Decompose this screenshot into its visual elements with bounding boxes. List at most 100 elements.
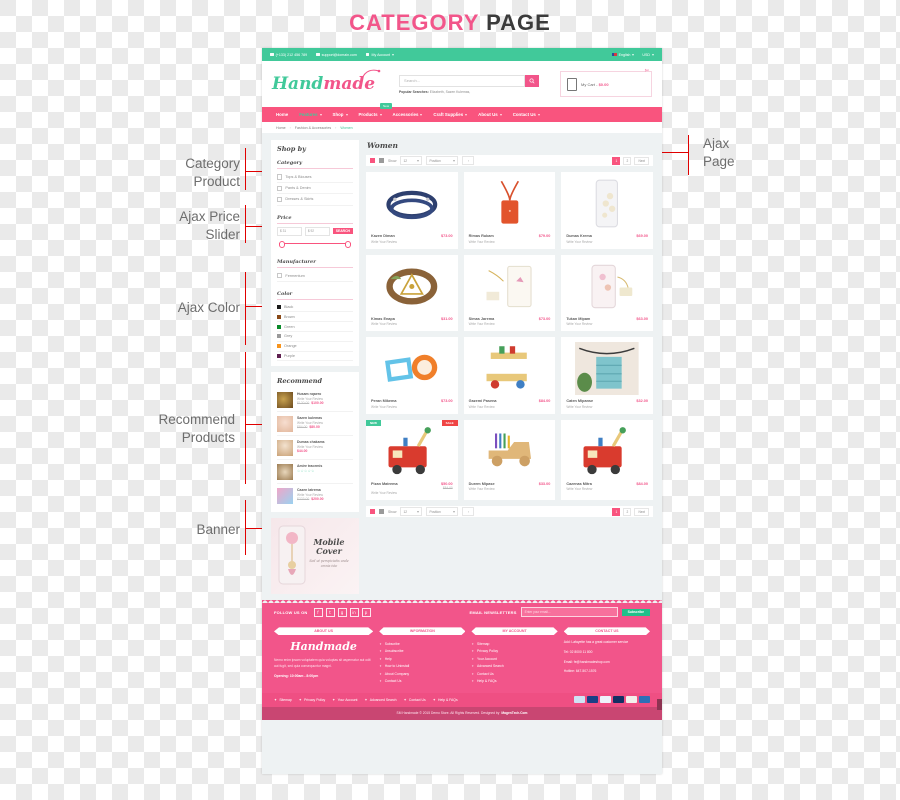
- mini-cart[interactable]: My Cart - $0.00 ✄: [560, 68, 652, 97]
- copyright-brand[interactable]: MagenTech.Com: [501, 711, 527, 715]
- slider-handle-max[interactable]: [344, 241, 351, 248]
- review-link[interactable]: Write Your Review: [469, 405, 551, 409]
- review-link[interactable]: Write Your Review: [469, 322, 551, 326]
- product-card[interactable]: Cazenas Mitra $84.00 Write Your Review: [561, 419, 653, 500]
- color-option-purple[interactable]: Purple: [277, 352, 353, 362]
- price-search-button[interactable]: SEARCH: [332, 227, 354, 235]
- next-page-button[interactable]: Next: [634, 156, 649, 165]
- footer-link[interactable]: ✦ Sitemap: [471, 640, 557, 647]
- sort-direction-button[interactable]: ↑: [462, 507, 475, 516]
- price-min-input[interactable]: $ 31: [277, 226, 302, 236]
- product-card[interactable]: Gazemi Pasena $84.00 Write Your Review: [463, 337, 556, 414]
- review-link[interactable]: Write Your Review: [371, 405, 453, 409]
- product-card[interactable]: Kazen Diman $73.00 Write Your Review: [366, 172, 458, 249]
- breadcrumb-home[interactable]: Home: [276, 126, 286, 130]
- review-link[interactable]: Write Your Review: [566, 322, 648, 326]
- bottom-link-advanced-search[interactable]: ✦ Advanced Search: [364, 698, 396, 702]
- list-item[interactable]: Amire tracemis ☆☆☆☆☆: [277, 460, 353, 485]
- footer-link[interactable]: ✦ Help & FAQs: [471, 677, 557, 684]
- color-option-grey[interactable]: Grey: [277, 332, 353, 342]
- sort-direction-button[interactable]: ↑: [462, 156, 475, 165]
- list-item[interactable]: Dumas chakams Write Your Review $44.00: [277, 436, 353, 461]
- checkbox-icon[interactable]: [277, 272, 283, 279]
- sort-select[interactable]: Position: [426, 156, 459, 165]
- filter-option[interactable]: Fermentum: [277, 271, 353, 282]
- product-card[interactable]: Simas Jarema $73.00 Write Your Review: [463, 254, 556, 331]
- nav-item-accessories[interactable]: Accessories: [393, 112, 423, 117]
- nav-item-about-us[interactable]: About Us: [478, 112, 502, 117]
- subscribe-button[interactable]: Subscribe: [621, 608, 650, 617]
- review-link[interactable]: Write Your Review: [371, 322, 453, 326]
- color-option-black[interactable]: Black: [277, 303, 353, 313]
- filter-option[interactable]: Pants & Denim: [277, 183, 353, 195]
- facebook-icon[interactable]: f: [313, 607, 323, 617]
- footer-link[interactable]: ✦ About Company: [379, 670, 465, 677]
- bottom-link-privacy[interactable]: ✦ Privacy Policy: [299, 698, 325, 702]
- language-switcher[interactable]: English: [611, 53, 635, 57]
- footer-link[interactable]: ✦ Your Account: [471, 655, 557, 662]
- product-card[interactable]: Kimas Enapa $31.00 Write Your Review: [366, 254, 458, 331]
- list-view-button[interactable]: [379, 509, 384, 514]
- email-item[interactable]: support@domain.com: [316, 53, 357, 57]
- footer-link[interactable]: ✦ Unsubscribe: [379, 648, 465, 655]
- footer-link[interactable]: ✦ Contact Us: [471, 670, 557, 677]
- product-card[interactable]: NEW SALE Pizan Matrema $50.00 $84.00 Wri…: [366, 419, 458, 500]
- search-input[interactable]: Search...: [399, 74, 526, 87]
- page-1-button[interactable]: 1: [612, 156, 621, 165]
- grid-view-button[interactable]: [370, 509, 375, 514]
- bottom-link-contact[interactable]: ✦ Contact Us: [404, 698, 426, 702]
- footer-link[interactable]: ✦ Advanced Search: [471, 663, 557, 670]
- breadcrumb-category[interactable]: Fashion & Accessories: [295, 126, 331, 130]
- review-link[interactable]: Write Your Review: [469, 240, 551, 244]
- sidebar-banner[interactable]: Mobile Cover Sed ut perspiciatis unde omn…: [271, 518, 359, 595]
- footer-link[interactable]: ✦ Subscribe: [379, 640, 465, 647]
- search-button[interactable]: [525, 74, 540, 87]
- product-card[interactable]: Tukan Mipam $63.00 Write Your Review: [561, 254, 653, 331]
- sort-select[interactable]: Position: [426, 507, 459, 516]
- linkedin-icon[interactable]: in: [349, 607, 359, 617]
- footer-link[interactable]: ✦ Contact Us: [379, 677, 465, 684]
- list-view-button[interactable]: [379, 158, 384, 163]
- google-plus-icon[interactable]: g: [337, 607, 347, 617]
- nav-item-contact-us[interactable]: Contact Us: [513, 112, 540, 117]
- price-range-slider[interactable]: [279, 241, 351, 248]
- currency-switcher[interactable]: USD: [642, 53, 654, 57]
- list-item[interactable]: Cazen latrema Write Your Review $223.00 $…: [277, 484, 353, 507]
- slider-handle-min[interactable]: [279, 241, 286, 248]
- color-option-orange[interactable]: Orange: [277, 342, 353, 352]
- review-link[interactable]: Write Your Review: [371, 491, 453, 495]
- product-card[interactable]: Rimas Rukam $79.00 Write Your Review: [463, 172, 556, 249]
- list-item[interactable]: Husam nqaero Write Your Review $120.00 $1…: [277, 388, 353, 413]
- next-page-button[interactable]: Next: [634, 507, 649, 516]
- review-link[interactable]: Write Your Review: [469, 487, 551, 491]
- pinterest-icon[interactable]: p: [361, 607, 371, 617]
- footer-link[interactable]: ✦ Privacy Policy: [471, 648, 557, 655]
- page-2-button[interactable]: 2: [623, 156, 632, 165]
- nav-item-products[interactable]: Products: [359, 112, 382, 117]
- footer-link[interactable]: ✦ Help: [379, 655, 465, 662]
- bottom-link-sitemap[interactable]: ✦ Sitemap: [274, 698, 292, 702]
- page-2-button[interactable]: 2: [623, 507, 632, 516]
- popular-terms[interactable]: Elizabeth, Sazen Kulemas,: [430, 90, 471, 94]
- review-link[interactable]: Write Your Review: [566, 487, 648, 491]
- checkbox-icon[interactable]: [277, 185, 283, 191]
- filter-option[interactable]: Dresses & Skirts: [277, 194, 353, 206]
- color-option-brown[interactable]: Brown: [277, 312, 353, 323]
- nav-item-features[interactable]: Features: [299, 112, 322, 117]
- bottom-link-help[interactable]: ✦ Help & FAQs: [433, 698, 458, 702]
- page-1-button[interactable]: 1: [612, 507, 621, 516]
- product-card[interactable]: Dumas Krema $69.00 Write Your Review: [561, 172, 653, 249]
- review-link[interactable]: Write Your Review: [566, 240, 648, 244]
- show-select[interactable]: 12: [400, 156, 423, 165]
- product-card[interactable]: Caten Mipanse $32.00 Write Your Review: [561, 337, 653, 414]
- my-account-menu[interactable]: My Account: [365, 53, 395, 57]
- filter-option[interactable]: Tops & Blouses: [277, 172, 353, 184]
- product-card[interactable]: Durem Mipase $33.00 Write Your Review: [463, 419, 556, 500]
- nav-item-craft-supplies[interactable]: Craft Supplies: [433, 112, 468, 117]
- show-select[interactable]: 12: [400, 507, 423, 516]
- footer-link[interactable]: ✦ How to Uninstall: [379, 663, 465, 670]
- nav-item-shop[interactable]: Shop: [333, 112, 348, 117]
- color-option-green[interactable]: Green: [277, 322, 353, 333]
- checkbox-icon[interactable]: [277, 196, 283, 203]
- list-item[interactable]: Sazen kulemas Write Your Review $84.00 $8…: [277, 412, 353, 437]
